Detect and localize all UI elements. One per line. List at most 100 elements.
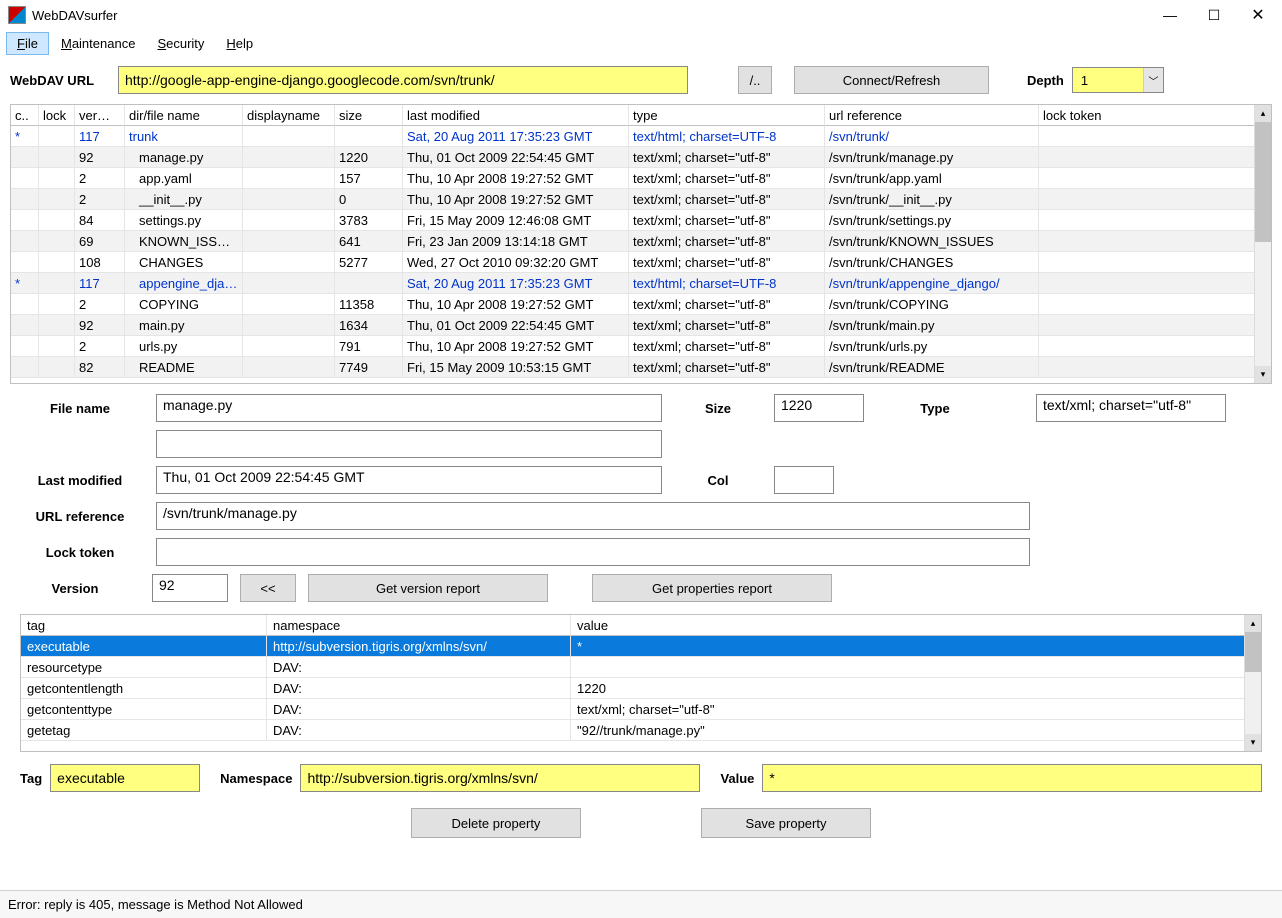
table-cell[interactable]: DAV: [267,657,571,678]
scroll-up-icon[interactable]: ▴ [1255,105,1271,122]
table-cell[interactable]: appengine_django [125,273,243,294]
table-cell[interactable] [39,189,75,210]
table-cell[interactable]: /svn/trunk/COPYING [825,294,1039,315]
table-cell[interactable]: /svn/trunk/appengine_django/ [825,273,1039,294]
table-cell[interactable] [39,252,75,273]
table-cell[interactable]: manage.py [125,147,243,168]
table-cell[interactable] [243,294,335,315]
table-cell[interactable]: Wed, 27 Oct 2010 09:32:20 GMT [403,252,629,273]
locktoken-input[interactable] [156,538,1030,566]
table-cell[interactable] [11,357,39,378]
table-cell[interactable]: 82 [75,357,125,378]
table-cell[interactable] [39,210,75,231]
table-cell[interactable] [1039,357,1271,378]
table-cell[interactable] [11,189,39,210]
table-cell[interactable]: 791 [335,336,403,357]
value-input[interactable] [762,764,1262,792]
tag-input[interactable] [50,764,200,792]
table-cell[interactable]: text/xml; charset="utf-8" [629,189,825,210]
table-cell[interactable]: settings.py [125,210,243,231]
col-input[interactable] [774,466,834,494]
column-header[interactable]: size [335,105,403,126]
table-cell[interactable] [243,168,335,189]
save-property-button[interactable]: Save property [701,808,871,838]
table-cell[interactable] [39,336,75,357]
back-button[interactable]: << [240,574,296,602]
table-cell[interactable] [243,126,335,147]
table-cell[interactable] [335,273,403,294]
table-cell[interactable] [1039,336,1271,357]
table-cell[interactable] [571,657,1261,678]
table-cell[interactable]: 69 [75,231,125,252]
table-cell[interactable]: 641 [335,231,403,252]
table-cell[interactable]: text/xml; charset="utf-8" [629,252,825,273]
column-header[interactable]: dir/file name [125,105,243,126]
column-header[interactable]: displayname [243,105,335,126]
menu-file[interactable]: File [6,32,49,55]
table-cell[interactable]: 2 [75,189,125,210]
table-cell[interactable]: Thu, 10 Apr 2008 19:27:52 GMT [403,168,629,189]
table-cell[interactable] [243,147,335,168]
table-cell[interactable]: 2 [75,168,125,189]
table-cell[interactable] [39,357,75,378]
table-cell[interactable]: 84 [75,210,125,231]
table-cell[interactable]: * [11,126,39,147]
column-header[interactable]: value [571,615,1261,636]
table-cell[interactable]: Thu, 10 Apr 2008 19:27:52 GMT [403,294,629,315]
table-cell[interactable] [11,252,39,273]
displayname-input[interactable] [156,430,662,458]
table-cell[interactable]: text/xml; charset="utf-8" [629,231,825,252]
table-cell[interactable] [1039,273,1271,294]
table-cell[interactable]: Thu, 10 Apr 2008 19:27:52 GMT [403,189,629,210]
urlref-input[interactable]: /svn/trunk/manage.py [156,502,1030,530]
table-cell[interactable] [1039,147,1271,168]
file-grid-scrollbar[interactable]: ▴ ▾ [1254,105,1271,383]
table-cell[interactable]: executable [21,636,267,657]
column-header[interactable]: c.. [11,105,39,126]
type-input[interactable]: text/xml; charset="utf-8" [1036,394,1226,422]
version-input[interactable]: 92 [152,574,228,602]
table-cell[interactable]: trunk [125,126,243,147]
table-cell[interactable] [243,315,335,336]
table-cell[interactable] [39,315,75,336]
table-cell[interactable] [11,210,39,231]
table-cell[interactable]: 157 [335,168,403,189]
table-cell[interactable]: Thu, 01 Oct 2009 22:54:45 GMT [403,147,629,168]
table-cell[interactable]: KNOWN_ISSUES [125,231,243,252]
table-cell[interactable]: text/html; charset=UTF-8 [629,126,825,147]
table-cell[interactable]: Thu, 01 Oct 2009 22:54:45 GMT [403,315,629,336]
table-cell[interactable] [1039,315,1271,336]
table-cell[interactable] [11,168,39,189]
table-cell[interactable] [1039,189,1271,210]
table-cell[interactable]: Fri, 23 Jan 2009 13:14:18 GMT [403,231,629,252]
table-cell[interactable] [39,273,75,294]
connect-button[interactable]: Connect/Refresh [794,66,989,94]
updir-button[interactable]: /.. [738,66,772,94]
version-report-button[interactable]: Get version report [308,574,548,602]
menu-security[interactable]: Security [147,33,214,54]
table-cell[interactable]: 0 [335,189,403,210]
table-cell[interactable]: /svn/trunk/urls.py [825,336,1039,357]
table-cell[interactable]: 92 [75,147,125,168]
table-cell[interactable] [1039,252,1271,273]
table-cell[interactable]: 117 [75,126,125,147]
table-cell[interactable]: DAV: [267,678,571,699]
table-cell[interactable]: http://subversion.tigris.org/xmlns/svn/ [267,636,571,657]
table-cell[interactable] [11,231,39,252]
table-cell[interactable]: 117 [75,273,125,294]
menu-maintenance[interactable]: Maintenance [51,33,145,54]
table-cell[interactable] [243,273,335,294]
table-cell[interactable] [39,126,75,147]
table-cell[interactable]: text/xml; charset="utf-8" [629,357,825,378]
table-cell[interactable] [11,336,39,357]
table-cell[interactable] [11,315,39,336]
table-cell[interactable]: 7749 [335,357,403,378]
column-header[interactable]: url reference [825,105,1039,126]
table-cell[interactable] [243,252,335,273]
table-cell[interactable]: "92//trunk/manage.py" [571,720,1261,741]
properties-scrollbar[interactable]: ▴ ▾ [1244,615,1261,751]
table-cell[interactable] [243,336,335,357]
table-cell[interactable]: 1220 [335,147,403,168]
close-button[interactable]: ✕ [1236,1,1280,29]
table-cell[interactable]: 108 [75,252,125,273]
